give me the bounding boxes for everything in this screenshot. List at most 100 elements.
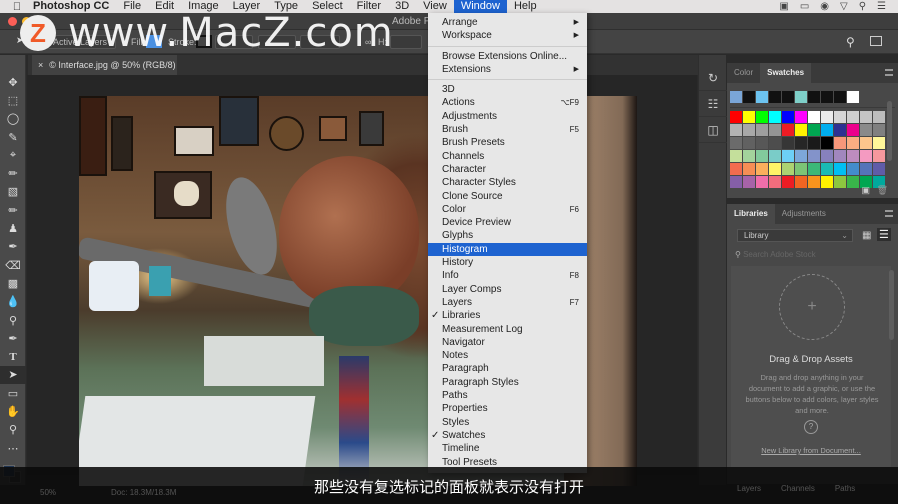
add-asset-icon[interactable]: +	[779, 274, 845, 340]
swatch[interactable]	[873, 163, 885, 175]
libraries-scrollbar[interactable]	[889, 270, 894, 340]
swatch[interactable]	[782, 150, 794, 162]
swatch[interactable]	[782, 137, 794, 149]
close-window-button[interactable]	[8, 17, 17, 26]
swatch[interactable]	[847, 137, 859, 149]
swatch[interactable]	[860, 137, 872, 149]
recent-swatch[interactable]	[795, 91, 807, 103]
swatch[interactable]	[769, 124, 781, 136]
zoom-level[interactable]: 50%	[40, 488, 56, 497]
swatch[interactable]	[808, 176, 820, 188]
swatch[interactable]	[743, 137, 755, 149]
eraser-tool[interactable]: ⌫	[0, 256, 26, 274]
recent-swatch[interactable]	[834, 91, 846, 103]
brush-tool[interactable]: ✏	[0, 201, 26, 219]
close-tab-icon[interactable]: ×	[38, 60, 43, 70]
stock-search-input[interactable]: ⚲ Search Adobe Stock	[735, 250, 893, 264]
menu-item-notes[interactable]: Notes	[428, 349, 587, 362]
tab-channels[interactable]: Channels	[781, 484, 815, 493]
swatch[interactable]	[834, 150, 846, 162]
crop-tool[interactable]: ⌖	[0, 146, 26, 164]
swatch[interactable]	[860, 124, 872, 136]
swatches-scrollbar[interactable]	[887, 101, 892, 161]
swatch[interactable]	[795, 150, 807, 162]
swatch[interactable]	[808, 124, 820, 136]
adjustments-panel-icon[interactable]: ◫	[699, 117, 727, 143]
swatch[interactable]	[821, 150, 833, 162]
recent-swatch[interactable]	[769, 91, 781, 103]
swatch[interactable]	[834, 137, 846, 149]
swatch[interactable]	[821, 176, 833, 188]
menu-item-character[interactable]: Character	[428, 163, 587, 176]
swatch[interactable]	[743, 150, 755, 162]
swatch[interactable]	[769, 111, 781, 123]
search-icon[interactable]: ⚲	[846, 35, 855, 49]
swatch[interactable]	[730, 150, 742, 162]
menu-item-character-styles[interactable]: Character Styles	[428, 176, 587, 189]
swatch[interactable]	[847, 176, 859, 188]
rectangle-tool[interactable]: ▭	[0, 384, 26, 402]
swatch[interactable]	[860, 111, 872, 123]
swatch[interactable]	[756, 176, 768, 188]
menu-item-clone-source[interactable]: Clone Source	[428, 190, 587, 203]
menu-item-browse-extensions-online[interactable]: Browse Extensions Online...	[428, 50, 587, 63]
recent-swatch[interactable]	[730, 91, 742, 103]
trash-icon[interactable]: 🗑	[877, 185, 888, 196]
more-tools-icon[interactable]: ⋯	[0, 439, 26, 457]
properties-panel-icon[interactable]: ☷	[699, 91, 727, 117]
hand-tool[interactable]: ✋	[0, 402, 26, 420]
menu-help[interactable]: Help	[507, 0, 544, 13]
history-panel-icon[interactable]: ↻	[699, 65, 727, 91]
swatch[interactable]	[821, 163, 833, 175]
menu-item-brush[interactable]: Brush F5	[428, 123, 587, 136]
lasso-tool[interactable]: ◯	[0, 110, 26, 128]
workspace-icon[interactable]	[870, 36, 882, 46]
swatch[interactable]	[821, 124, 833, 136]
eyedropper-tool[interactable]: ✏	[0, 164, 26, 182]
quick-selection-tool[interactable]: ✎	[0, 128, 26, 146]
swatch[interactable]	[847, 124, 859, 136]
new-swatch-icon[interactable]: ▣	[861, 185, 870, 196]
tab-libraries[interactable]: Libraries	[727, 204, 775, 224]
swatch[interactable]	[730, 163, 742, 175]
swatch[interactable]	[847, 150, 859, 162]
swatch[interactable]	[795, 124, 807, 136]
swatch[interactable]	[808, 150, 820, 162]
menu-item-paths[interactable]: Paths	[428, 389, 587, 402]
tab-swatches[interactable]: Swatches	[760, 63, 812, 83]
history-brush-tool[interactable]: ✒	[0, 238, 26, 256]
menu-view[interactable]: View	[416, 0, 454, 13]
menu-item-device-preview[interactable]: Device Preview	[428, 216, 587, 229]
tab-paths[interactable]: Paths	[835, 484, 855, 493]
wifi-icon[interactable]: ▽	[840, 1, 848, 12]
swatch[interactable]	[834, 111, 846, 123]
height-field[interactable]	[390, 35, 422, 49]
camera-icon[interactable]: ▣	[779, 1, 788, 12]
swatch[interactable]	[756, 163, 768, 175]
swatch[interactable]	[769, 137, 781, 149]
swatch[interactable]	[795, 111, 807, 123]
swatch[interactable]	[808, 163, 820, 175]
recent-swatch[interactable]	[782, 91, 794, 103]
spotlight-icon[interactable]: ⚲	[859, 1, 866, 12]
swatch[interactable]	[873, 111, 885, 123]
menu-item-adjustments[interactable]: Adjustments	[428, 110, 587, 123]
swatch[interactable]	[847, 111, 859, 123]
path-selection-tool[interactable]: ➤	[0, 365, 26, 385]
swatch[interactable]	[873, 124, 885, 136]
healing-brush-tool[interactable]: ▧	[0, 183, 26, 201]
menu-item-arrange[interactable]: Arrange ▶	[428, 16, 587, 29]
help-icon[interactable]: ?	[804, 420, 818, 434]
menu-item-measurement-log[interactable]: Measurement Log	[428, 323, 587, 336]
tab-layers[interactable]: Layers	[737, 484, 761, 493]
swatch[interactable]	[756, 150, 768, 162]
menu-item-layers[interactable]: Layers F7	[428, 296, 587, 309]
menu-item-actions[interactable]: Actions ⌥F9	[428, 96, 587, 109]
grid-view-icon[interactable]: ▦	[862, 230, 871, 241]
swatch[interactable]	[834, 124, 846, 136]
menu-item-paragraph[interactable]: Paragraph	[428, 362, 587, 375]
list-view-icon[interactable]: ☰	[877, 228, 891, 241]
tab-color[interactable]: Color	[727, 63, 760, 83]
menu-item-paragraph-styles[interactable]: Paragraph Styles	[428, 376, 587, 389]
menu-item-layer-comps[interactable]: Layer Comps	[428, 283, 587, 296]
